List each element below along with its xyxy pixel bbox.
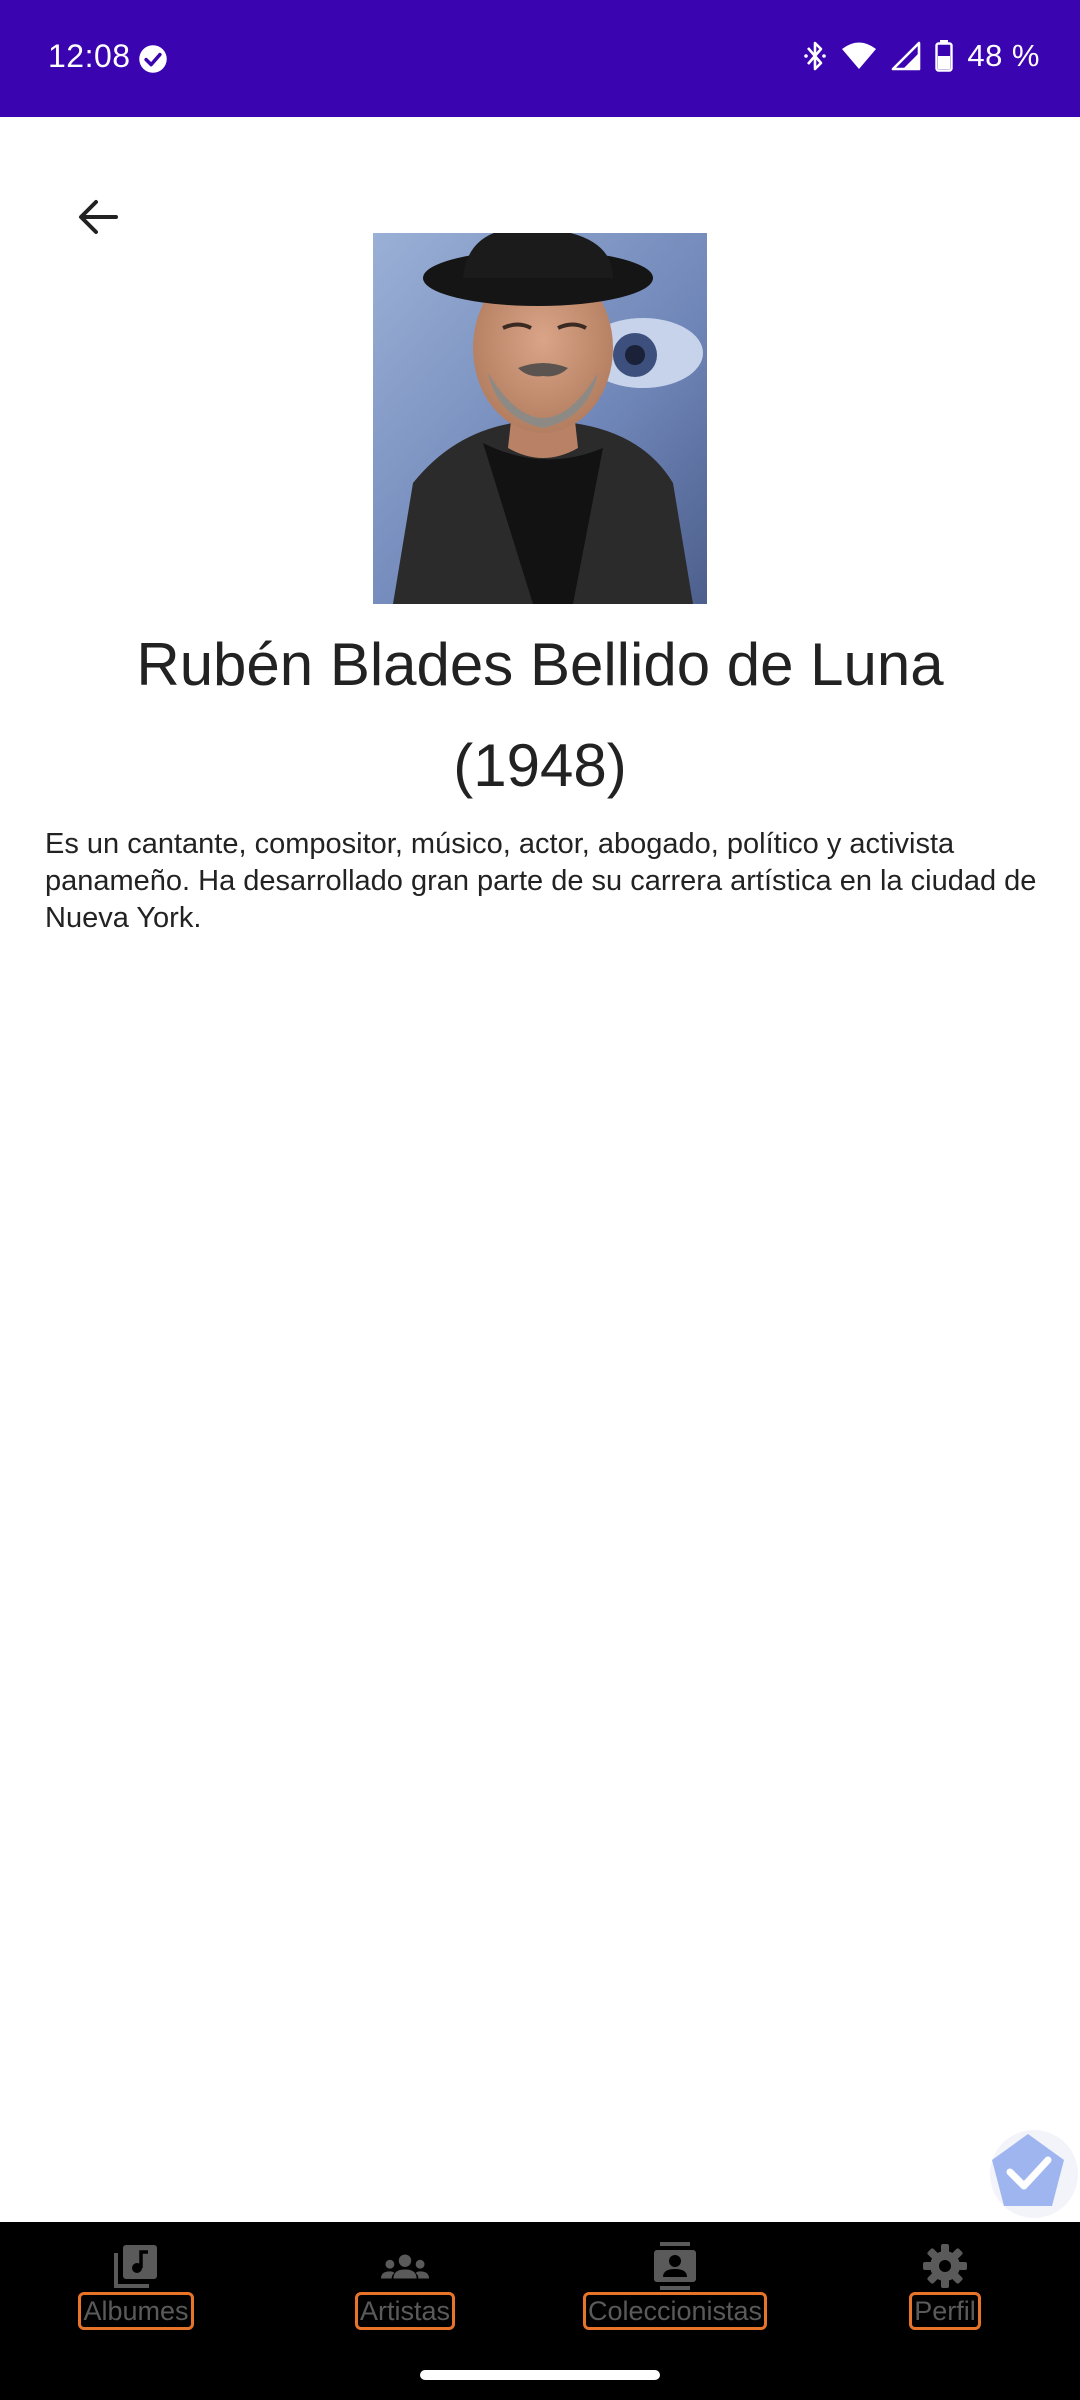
nav-label-coleccionistas: Coleccionistas [582, 2292, 768, 2330]
signal-icon [892, 41, 921, 71]
status-time: 12:08 [48, 38, 131, 74]
nav-label-albumes: Albumes [78, 2292, 194, 2330]
check-badge-button[interactable] [978, 2130, 1078, 2218]
nav-label-perfil: Perfil [909, 2292, 981, 2330]
battery-icon [935, 40, 954, 72]
home-indicator[interactable] [420, 2370, 660, 2380]
nav-item-albumes[interactable]: Albumes [78, 2222, 194, 2342]
contact-icon [651, 2242, 699, 2290]
back-button[interactable] [66, 185, 130, 249]
artist-detail-screen: 12:08 48 % Rubén Blades Bellido de Luna … [0, 0, 1080, 2400]
artist-photo [373, 233, 707, 604]
artist-description: Es un cantante, compositor, músico, acto… [45, 828, 1037, 934]
status-icons: 48 % [803, 36, 1040, 76]
gear-icon [921, 2242, 969, 2290]
artist-birth-year: (1948) [453, 732, 627, 799]
check-badge-icon [990, 2130, 1078, 2218]
nav-item-perfil[interactable]: Perfil [907, 2222, 983, 2342]
check-circle-icon [139, 45, 167, 73]
nav-item-coleccionistas[interactable]: Coleccionistas [580, 2222, 770, 2342]
status-bar: 12:08 48 % [0, 0, 1080, 117]
battery-percentage: 48 % [967, 38, 1040, 73]
bottom-navigation: Albumes Artistas Coleccionistas Perfil [0, 2222, 1080, 2400]
arrow-left-icon [79, 200, 118, 234]
nav-item-artistas[interactable]: Artistas [352, 2222, 458, 2342]
wifi-icon [842, 42, 877, 69]
people-icon [381, 2242, 429, 2290]
album-icon [112, 2242, 160, 2290]
artist-name: Rubén Blades Bellido de Luna [136, 631, 944, 698]
bluetooth-icon [804, 41, 827, 71]
nav-label-artistas: Artistas [354, 2292, 456, 2330]
